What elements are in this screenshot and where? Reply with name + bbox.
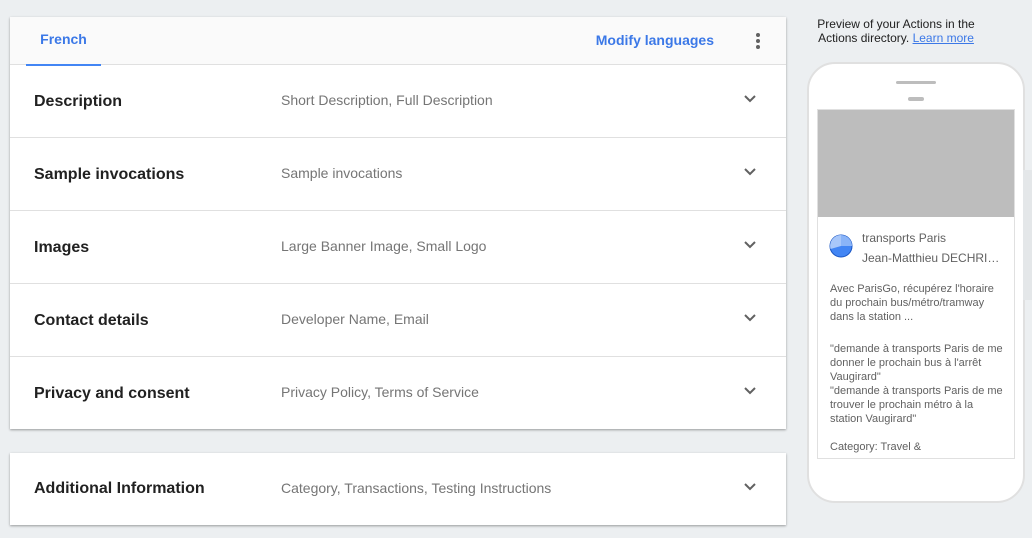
app-logo-icon (829, 234, 853, 258)
section-summary: Category, Transactions, Testing Instruct… (281, 480, 552, 496)
additional-info-card: Additional Information Category, Transac… (10, 453, 786, 525)
section-summary: Sample invocations (281, 165, 403, 181)
section-label: Description (34, 93, 123, 110)
chevron-down-icon[interactable] (744, 167, 756, 177)
section-summary: Short Description, Full Description (281, 92, 493, 108)
section-label: Contact details (34, 312, 149, 329)
section-label: Additional Information (34, 480, 205, 497)
app-invocations: "demande à transports Paris de me donner… (830, 342, 1006, 426)
section-row-description[interactable]: Description Short Description, Full Desc… (10, 65, 786, 138)
app-category: Category: Travel & (830, 441, 922, 453)
more-vert-icon[interactable] (750, 31, 766, 51)
preview-caption: Preview of your Actions in the Actions d… (808, 17, 984, 45)
section-row-privacy-consent[interactable]: Privacy and consent Privacy Policy, Term… (10, 357, 786, 430)
chevron-down-icon[interactable] (744, 386, 756, 396)
section-label: Images (34, 239, 90, 256)
chevron-down-icon[interactable] (744, 240, 756, 250)
section-summary: Large Banner Image, Small Logo (281, 238, 487, 254)
app-name: transports Paris (862, 231, 947, 245)
section-summary: Developer Name, Email (281, 311, 429, 327)
section-row-contact-details[interactable]: Contact details Developer Name, Email (10, 284, 786, 357)
language-tab-bar: French Modify languages (10, 17, 786, 66)
section-row-images[interactable]: Images Large Banner Image, Small Logo (10, 211, 786, 284)
banner-image-placeholder (818, 110, 1014, 217)
chevron-down-icon[interactable] (744, 94, 756, 104)
modify-languages-button[interactable]: Modify languages (596, 17, 714, 65)
learn-more-link[interactable]: Learn more (913, 31, 974, 45)
chevron-down-icon[interactable] (744, 313, 756, 323)
section-summary: Privacy Policy, Terms of Service (281, 384, 479, 400)
scroll-edge (1023, 170, 1032, 300)
chevron-down-icon[interactable] (744, 482, 756, 492)
phone-preview: transports Paris Jean-Matthieu DECHRISTÉ… (807, 62, 1025, 503)
section-row-additional-information[interactable]: Additional Information Category, Transac… (10, 453, 786, 525)
phone-camera (908, 97, 924, 101)
phone-screen[interactable]: transports Paris Jean-Matthieu DECHRISTÉ… (817, 109, 1015, 459)
directory-info-card: French Modify languages Description Shor… (10, 17, 786, 429)
invocation-item: "demande à transports Paris de me donner… (830, 343, 1003, 383)
section-label: Sample invocations (34, 166, 185, 183)
invocation-item: "demande à transports Paris de me trouve… (830, 385, 1003, 425)
section-row-sample-invocations[interactable]: Sample invocations Sample invocations (10, 138, 786, 211)
app-developer: Jean-Matthieu DECHRISTÉ (862, 251, 1006, 265)
app-description: Avec ParisGo, récupérez l'horaire du pro… (830, 283, 994, 323)
tab-french[interactable]: French (26, 17, 101, 66)
section-label: Privacy and consent (34, 385, 190, 402)
tab-french-label: French (40, 31, 87, 47)
phone-speaker (896, 81, 936, 84)
